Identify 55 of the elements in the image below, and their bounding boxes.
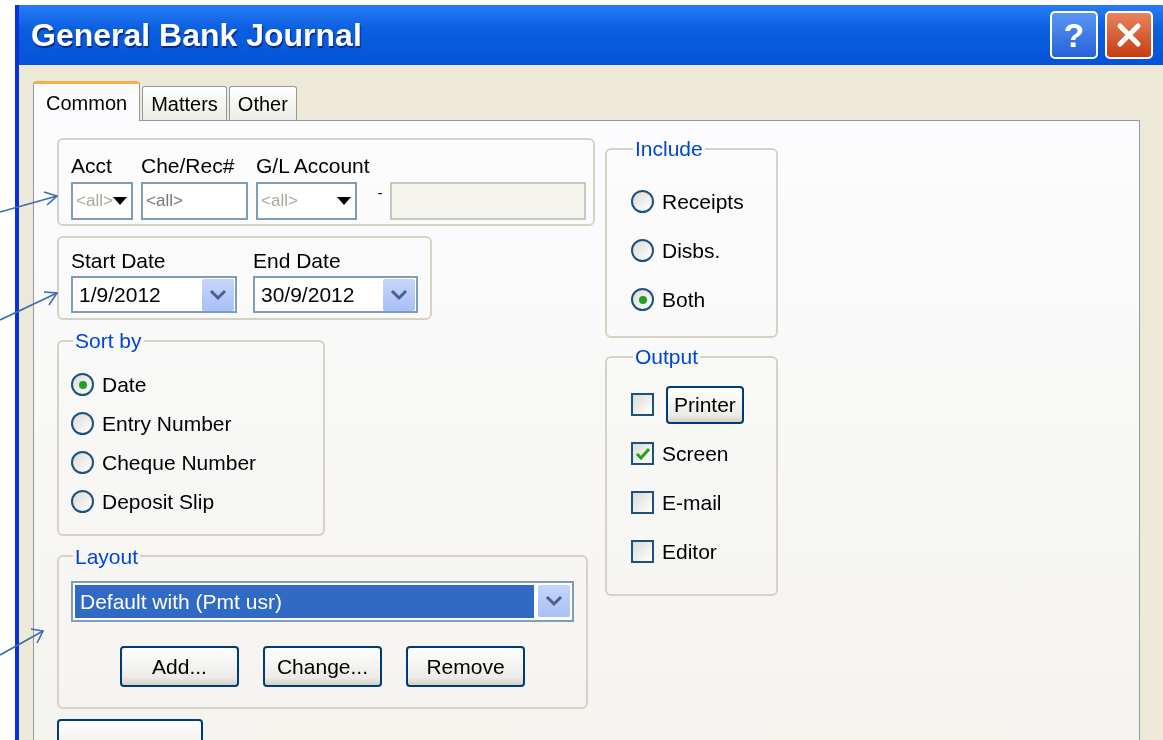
separator-text: - [377, 183, 383, 203]
tab[interactable]: Other [228, 86, 297, 120]
checkbox[interactable] [631, 540, 654, 563]
option-label: Both [662, 286, 706, 313]
option-label: Entry Number [102, 410, 232, 437]
printer-button[interactable]: Printer [666, 385, 744, 424]
field-label: Che/Rec# [141, 153, 236, 179]
option-label: E-mail [662, 489, 722, 516]
dropdown-field[interactable]: Default with (Pmt usr) [71, 580, 574, 622]
dropdown-chevron-icon [202, 278, 234, 311]
option-label: Cheque Number [102, 449, 257, 476]
annotation-arrow [0, 291, 59, 321]
field-label: Acct [71, 153, 113, 179]
checkmark-icon [634, 446, 651, 461]
option-label: Editor [662, 538, 717, 565]
group-title: Output [634, 346, 700, 367]
option-label: Deposit Slip [102, 488, 215, 515]
close-icon [1116, 22, 1142, 48]
field-label: G/L Account [256, 153, 370, 179]
option-label: Disbs. [662, 237, 721, 264]
option-label: Screen [662, 440, 729, 467]
checkbox[interactable] [631, 442, 654, 465]
radio-button[interactable] [71, 490, 94, 514]
group-title: Include [634, 138, 704, 159]
dialog-button[interactable]: Add... [120, 645, 239, 687]
annotation-arrow [0, 191, 59, 213]
radio-button[interactable] [71, 373, 94, 397]
help-button[interactable]: ? [1050, 11, 1098, 59]
radio-button[interactable] [631, 288, 654, 311]
input-field[interactable]: <all> [141, 181, 248, 220]
option-label: Receipts [662, 188, 744, 215]
window-title: General Bank Journal [31, 16, 363, 55]
tab[interactable]: Matters [142, 86, 227, 120]
annotation-arrow [0, 628, 45, 656]
checkbox[interactable] [631, 393, 654, 416]
date-picker-field[interactable]: 1/9/2012 [71, 276, 237, 314]
group-title: Layout [74, 545, 140, 567]
tab[interactable]: Common [33, 81, 141, 121]
radio-button[interactable] [71, 412, 94, 436]
radio-button[interactable] [631, 239, 654, 262]
dropdown-arrow-icon [337, 196, 351, 205]
field-label: Start Date [71, 247, 167, 274]
date-picker-field[interactable]: 30/9/2012 [253, 276, 418, 314]
dialog-button[interactable]: Remove [406, 645, 525, 687]
checkbox[interactable] [631, 491, 654, 514]
radio-button[interactable] [71, 451, 94, 475]
dropdown-chevron-icon [538, 585, 570, 618]
group-title: Sort by [74, 330, 143, 352]
field-label: End Date [253, 247, 342, 274]
option-label: Date [102, 371, 147, 398]
dropdown-chevron-icon [383, 278, 415, 311]
close-button[interactable] [1105, 11, 1153, 59]
dropdown-arrow-icon [113, 196, 127, 205]
dialog-button[interactable]: Change... [263, 645, 382, 687]
radio-button[interactable] [631, 190, 654, 213]
